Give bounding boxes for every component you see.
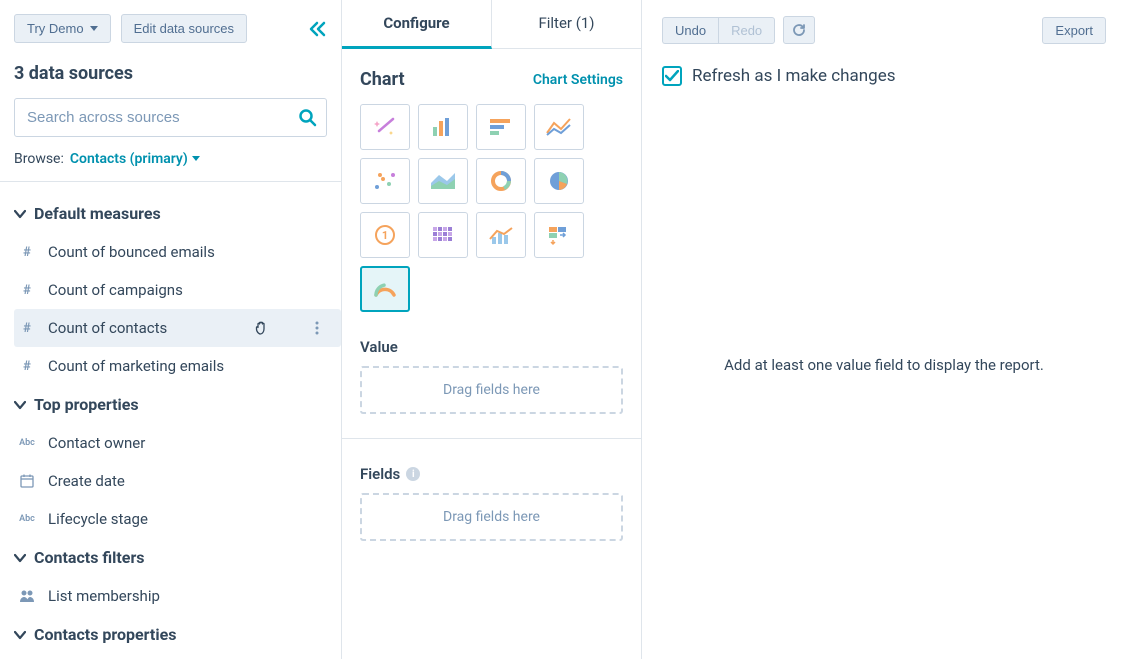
field-item[interactable]: # Count of marketing emails (14, 347, 341, 385)
field-group-header[interactable]: Contacts properties (14, 615, 341, 654)
date-icon (18, 474, 36, 488)
export-button[interactable]: Export (1042, 17, 1106, 44)
hash-icon: # (18, 359, 36, 374)
field-label: Count of bounced emails (48, 243, 215, 261)
refresh-icon-button[interactable] (783, 16, 815, 44)
chart-section-title: Chart (360, 69, 405, 90)
chart-type-heatmap[interactable] (418, 212, 468, 258)
left-sidebar: Try Demo Edit data sources 3 data source… (0, 0, 342, 659)
more-options-icon[interactable] (315, 321, 319, 335)
chevron-down-icon (192, 156, 200, 162)
field-label: Count of contacts (48, 319, 167, 337)
chart-type-pie[interactable] (534, 158, 584, 204)
chart-type-grid: 1 (360, 104, 623, 312)
field-item[interactable]: Create date (14, 462, 341, 500)
edit-data-sources-button[interactable]: Edit data sources (121, 14, 247, 43)
field-item[interactable]: Abc Contact owner (14, 424, 341, 462)
chevron-down-icon (14, 553, 26, 563)
field-label: Contact owner (48, 434, 145, 452)
redo-button[interactable]: Redo (718, 17, 775, 44)
chart-type-pivot[interactable] (534, 212, 584, 258)
value-section-label: Value (360, 338, 623, 356)
field-item[interactable]: # Count of campaigns (14, 271, 341, 309)
field-item[interactable]: List membership (14, 577, 341, 615)
chart-type-bar-vertical[interactable] (418, 104, 468, 150)
data-source-count: 3 data sources (14, 63, 327, 84)
field-group-header[interactable]: Default measures (14, 194, 341, 233)
hash-icon: # (18, 245, 36, 260)
abc-icon: Abc (18, 514, 36, 524)
chevron-down-icon (14, 630, 26, 640)
field-label: Count of campaigns (48, 281, 183, 299)
refresh-checkbox-label: Refresh as I make changes (692, 66, 896, 86)
svg-text:1: 1 (382, 229, 388, 242)
grab-cursor-icon (253, 319, 271, 337)
fields-section-label: Fields i (360, 465, 623, 483)
search-icon[interactable] (299, 109, 317, 127)
field-label: Create date (48, 472, 125, 490)
value-dropzone[interactable]: Drag fields here (360, 366, 623, 414)
field-item[interactable]: # Count of bounced emails (14, 233, 341, 271)
fields-dropzone[interactable]: Drag fields here (360, 493, 623, 541)
hash-icon: # (18, 321, 36, 336)
field-item[interactable]: Abc Lifecycle stage (14, 500, 341, 538)
search-input[interactable] (14, 98, 327, 137)
refresh-checkbox[interactable] (662, 66, 682, 86)
chart-type-combo[interactable] (476, 212, 526, 258)
tab-configure[interactable]: Configure (342, 0, 492, 49)
chart-settings-link[interactable]: Chart Settings (533, 72, 623, 88)
field-group-header[interactable]: Contacts filters (14, 538, 341, 577)
chevron-down-icon (90, 26, 98, 32)
field-group-header[interactable]: Top properties (14, 385, 341, 424)
field-label: Count of marketing emails (48, 357, 224, 375)
try-demo-label: Try Demo (27, 21, 84, 36)
field-label: List membership (48, 587, 160, 605)
field-item[interactable]: # Count of contacts (14, 309, 341, 347)
chart-type-scatter[interactable] (360, 158, 410, 204)
abc-icon: Abc (18, 438, 36, 448)
chart-type-donut[interactable] (476, 158, 526, 204)
field-label: Lifecycle stage (48, 510, 148, 528)
chevron-down-icon (14, 400, 26, 410)
browse-value: Contacts (primary) (70, 151, 188, 167)
browse-label: Browse: (14, 151, 64, 167)
chart-type-magic-wand[interactable] (360, 104, 410, 150)
chart-type-gauge[interactable] (360, 266, 410, 312)
people-icon (18, 589, 36, 603)
info-icon[interactable]: i (406, 467, 420, 481)
browse-dropdown[interactable]: Contacts (primary) (70, 151, 200, 167)
fields-list[interactable]: Default measures # Count of bounced emails… (0, 182, 341, 659)
collapse-sidebar-icon[interactable] (309, 21, 327, 37)
try-demo-button[interactable]: Try Demo (14, 14, 111, 43)
undo-button[interactable]: Undo (662, 17, 718, 44)
chart-type-bar-horizontal[interactable] (476, 104, 526, 150)
tab-filter-[interactable]: Filter (1) (492, 0, 641, 49)
chart-type-line[interactable] (534, 104, 584, 150)
chart-type-area[interactable] (418, 158, 468, 204)
configure-panel: ConfigureFilter (1) Chart Chart Settings… (342, 0, 642, 659)
chart-type-kpi[interactable]: 1 (360, 212, 410, 258)
empty-report-message: Add at least one value field to display … (662, 356, 1106, 374)
hash-icon: # (18, 283, 36, 298)
report-preview-panel: Undo Redo Export Refresh as I make chang… (642, 0, 1126, 659)
chevron-down-icon (14, 209, 26, 219)
